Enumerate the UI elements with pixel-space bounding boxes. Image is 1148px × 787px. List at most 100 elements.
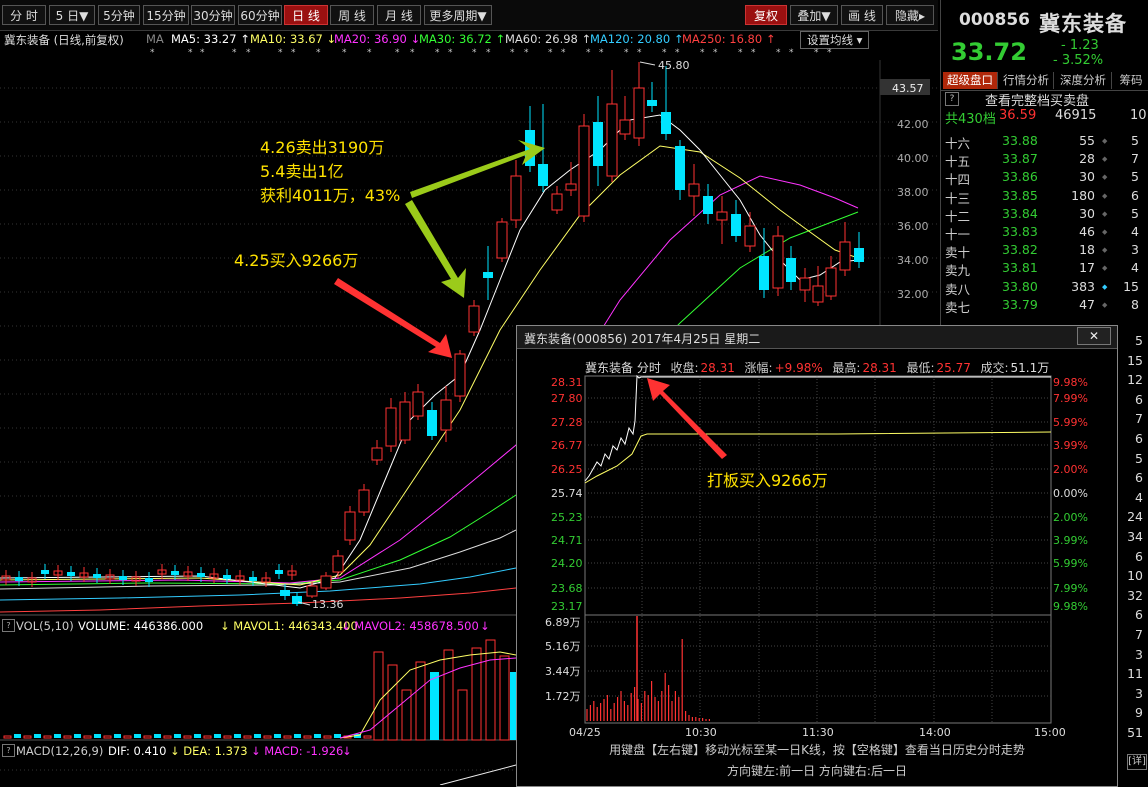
candle-body xyxy=(716,211,728,221)
ma250-line xyxy=(0,587,517,613)
volume-bar xyxy=(154,734,161,738)
volume-bar xyxy=(163,735,172,739)
candle-body xyxy=(119,576,127,580)
volume-bar xyxy=(234,734,241,738)
orderbook-row[interactable]: 卖八 33.80 383 ◆ 15 xyxy=(945,279,1145,297)
candle-body xyxy=(647,100,657,106)
volume-bar xyxy=(123,735,132,739)
volume-bar xyxy=(485,639,496,741)
keyboard-hint: 用键盘【左右键】移动光标至某一日K线，按【空格键】查看当日历史分时走势 xyxy=(609,743,1025,757)
right-pct-label: 2.00% xyxy=(1053,463,1088,476)
time-axis-label: 15:00 xyxy=(1034,726,1066,736)
level-count: 15 xyxy=(1123,278,1139,294)
high-price-label: 45.80 xyxy=(658,59,690,72)
candle-body xyxy=(854,248,864,262)
diamond-icon: ◆ xyxy=(1102,137,1108,145)
green-arrow-down xyxy=(405,200,466,298)
candle-body xyxy=(661,112,671,134)
volume-bar xyxy=(63,735,72,739)
orderbook-row[interactable]: 卖九 33.81 17 ◆ 4 xyxy=(945,260,1145,278)
orderbook-count-partial: 6 xyxy=(1135,607,1143,623)
level-count: 4 xyxy=(1131,260,1139,276)
orderbook-row[interactable]: 十二 33.84 30 ◆ 5 xyxy=(945,206,1145,224)
level-count: 3 xyxy=(1131,242,1139,258)
left-price-label: 26.25 xyxy=(551,463,583,476)
orderbook-count-partial: 6 xyxy=(1135,548,1143,564)
level-count: 4 xyxy=(1131,224,1139,239)
orderbook-row[interactable]: 十六 33.88 55 ◆ 5 xyxy=(945,133,1145,151)
orderbook-row[interactable]: 十三 33.85 180 ◆ 6 xyxy=(945,188,1145,206)
orderbook-row[interactable]: 卖十 33.82 18 ◆ 3 xyxy=(945,242,1145,260)
macd-label[interactable]: MACD(12,26,9) xyxy=(16,744,103,758)
orderbook-row[interactable]: 十一 33.83 46 ◆ 4 xyxy=(945,224,1145,242)
volume-bar xyxy=(254,734,261,738)
vol-label[interactable]: VOL(5,10) xyxy=(16,619,74,633)
orderbook-count-partial: 10 xyxy=(1127,568,1143,584)
full-orderbook-link[interactable]: 查看完整档买卖盘 xyxy=(985,90,1089,109)
level-price: 33.83 xyxy=(1002,224,1038,239)
level-vol: 18 xyxy=(1079,242,1095,258)
tab-super-book[interactable]: 超级盘口 xyxy=(943,72,998,89)
red-arrow-board xyxy=(647,378,727,459)
level-price: 33.88 xyxy=(1002,133,1038,148)
left-price-label: 23.17 xyxy=(551,600,583,613)
vol-q: ? xyxy=(2,619,15,632)
volume-bar xyxy=(83,735,92,739)
volume-bar xyxy=(74,734,81,738)
left-price-label: 23.68 xyxy=(551,582,583,595)
candle-body xyxy=(619,119,631,135)
volume-bar xyxy=(14,734,21,738)
candle-body xyxy=(551,193,563,211)
intraday-chart[interactable]: 28.31 9.98% 27.80 7.99% 27.28 5.99% 26.77 3.99%… xyxy=(517,326,1117,736)
volume-bar xyxy=(323,735,332,739)
volume-bar xyxy=(194,734,201,738)
help-icon[interactable]: ? xyxy=(945,92,959,106)
candle-body xyxy=(772,235,784,289)
orderbook-row[interactable]: 卖七 33.79 47 ◆ 8 xyxy=(945,297,1145,315)
volume-bar xyxy=(54,734,61,738)
volume-bar xyxy=(183,735,192,739)
candle-body xyxy=(399,401,411,441)
diamond-icon: ◆ xyxy=(1102,155,1108,164)
candle-body xyxy=(496,221,508,259)
intraday-popup: 冀东装备(000856) 2017年4月25日 星期二 ✕ 冀东装备 分时 收盘… xyxy=(516,325,1118,787)
right-pct-label: 3.99% xyxy=(1053,439,1088,452)
orderbook-count-partial: 6 xyxy=(1135,431,1143,446)
candle-body xyxy=(538,164,548,186)
candle-body xyxy=(15,577,23,581)
right-pct-label: 9.98% xyxy=(1053,600,1088,613)
level-count: 5 xyxy=(1131,133,1139,148)
orderbook-row[interactable]: 十五 33.87 28 ◆ 7 xyxy=(945,151,1145,169)
tab-depth-analysis[interactable]: 深度分析 xyxy=(1055,72,1112,89)
vol-mavol1: ↓ MAVOL1: 446343.400 xyxy=(220,619,358,633)
macd-dif: DIF: 0.410 xyxy=(108,744,167,758)
vol-volume: VOLUME: 446386.000 xyxy=(78,619,204,633)
level-price: 33.82 xyxy=(1002,242,1038,258)
volume-bar xyxy=(114,734,121,738)
candle-body xyxy=(593,122,603,166)
volume-bars xyxy=(3,639,519,741)
left-price-label: 25.74 xyxy=(551,487,583,500)
volume-bar xyxy=(334,734,341,738)
detail-button[interactable]: [详] xyxy=(1127,754,1147,770)
volume-bar xyxy=(363,735,372,739)
tab-chips[interactable]: 筹码 xyxy=(1113,72,1148,89)
orderbook-row[interactable]: 十四 33.86 30 ◆ 5 xyxy=(945,169,1145,187)
volume-bar xyxy=(415,661,426,741)
volume-bar xyxy=(314,734,321,738)
level-label: 十四 xyxy=(945,172,971,188)
time-axis-label: 11:30 xyxy=(802,726,834,736)
diamond-icon: ◆ xyxy=(1102,246,1108,255)
macd-q: ? xyxy=(2,744,15,757)
candle-body xyxy=(454,353,466,397)
volume-bar xyxy=(214,734,221,738)
candle-body xyxy=(306,585,318,597)
y-label-40: 40.00 xyxy=(897,152,929,165)
level-label: 卖九 xyxy=(945,263,971,279)
candle-body xyxy=(812,285,824,303)
tab-market-analysis[interactable]: 行情分析 xyxy=(999,72,1054,89)
volume-bar xyxy=(457,689,468,741)
total-price: 36.59 xyxy=(999,108,1037,123)
orderbook-count-partial: 5 xyxy=(1135,450,1143,466)
orderbook-count-partial: 6 xyxy=(1135,391,1143,407)
